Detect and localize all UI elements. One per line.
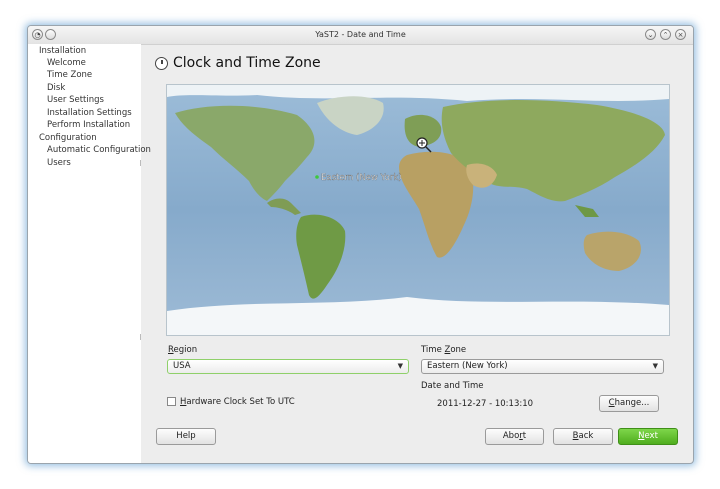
hardware-clock-utc-label[interactable]: Hardware Clock Set To UTC bbox=[180, 397, 295, 407]
world-map-svg: Eastern (New York) bbox=[167, 85, 669, 335]
time-zone-combobox[interactable]: Eastern (New York) ▼ bbox=[421, 359, 664, 374]
sidebar-item-time-zone: Time Zone bbox=[47, 70, 93, 80]
help-button[interactable]: Help bbox=[156, 428, 216, 445]
chevron-down-icon: ▼ bbox=[652, 362, 658, 370]
sidebar-item-user-settings: User Settings bbox=[47, 95, 104, 105]
sidebar-item-welcome: Welcome bbox=[47, 58, 86, 68]
sidebar-splitter[interactable] bbox=[140, 334, 141, 340]
world-map[interactable]: Eastern (New York) bbox=[166, 84, 670, 336]
date-time-value: 2011-12-27 - 10:13:10 bbox=[437, 399, 534, 409]
minimize-icon[interactable]: ⌄ bbox=[645, 29, 656, 40]
hardware-clock-utc-checkbox[interactable] bbox=[167, 397, 176, 406]
abort-button[interactable]: Abort bbox=[485, 428, 544, 445]
change-date-time-button[interactable]: Change... bbox=[599, 395, 659, 412]
page-title: Clock and Time Zone bbox=[173, 55, 321, 71]
region-value: USA bbox=[173, 361, 191, 371]
sidebar-item-perform-installation: Perform Installation bbox=[47, 120, 131, 130]
yast-window: ◔ YaST2 - Date and Time ⌄ ⌃ × Installati… bbox=[27, 25, 694, 464]
region-label: Region bbox=[168, 345, 198, 355]
next-button[interactable]: Next bbox=[618, 428, 678, 445]
back-button[interactable]: Back bbox=[553, 428, 613, 445]
time-zone-value: Eastern (New York) bbox=[427, 361, 508, 371]
date-time-label: Date and Time bbox=[421, 381, 484, 391]
chevron-down-icon: ▼ bbox=[397, 362, 403, 370]
sidebar-section-configuration: Configuration bbox=[39, 133, 97, 143]
sidebar-item-automatic-configuration: Automatic Configuration bbox=[47, 145, 151, 155]
sidebar-splitter[interactable] bbox=[140, 160, 141, 166]
installation-steps-sidebar: Installation Welcome Time Zone Disk User… bbox=[28, 44, 151, 463]
clock-icon bbox=[155, 57, 168, 70]
close-icon[interactable]: × bbox=[675, 29, 686, 40]
map-marker-label: Eastern (New York) bbox=[321, 173, 402, 183]
sidebar-section-installation: Installation bbox=[39, 46, 87, 56]
sidebar-item-installation-settings: Installation Settings bbox=[47, 108, 132, 118]
maximize-icon[interactable]: ⌃ bbox=[660, 29, 671, 40]
title-bar[interactable]: ◔ YaST2 - Date and Time ⌄ ⌃ × bbox=[28, 26, 693, 45]
window-title: YaST2 - Date and Time bbox=[315, 30, 406, 39]
sidebar-item-disk: Disk bbox=[47, 83, 66, 93]
sidebar-item-users: Users bbox=[47, 158, 71, 168]
time-zone-label: Time Zone bbox=[421, 345, 467, 355]
selected-location-dot bbox=[315, 175, 319, 179]
region-combobox[interactable]: USA ▼ bbox=[167, 359, 409, 374]
